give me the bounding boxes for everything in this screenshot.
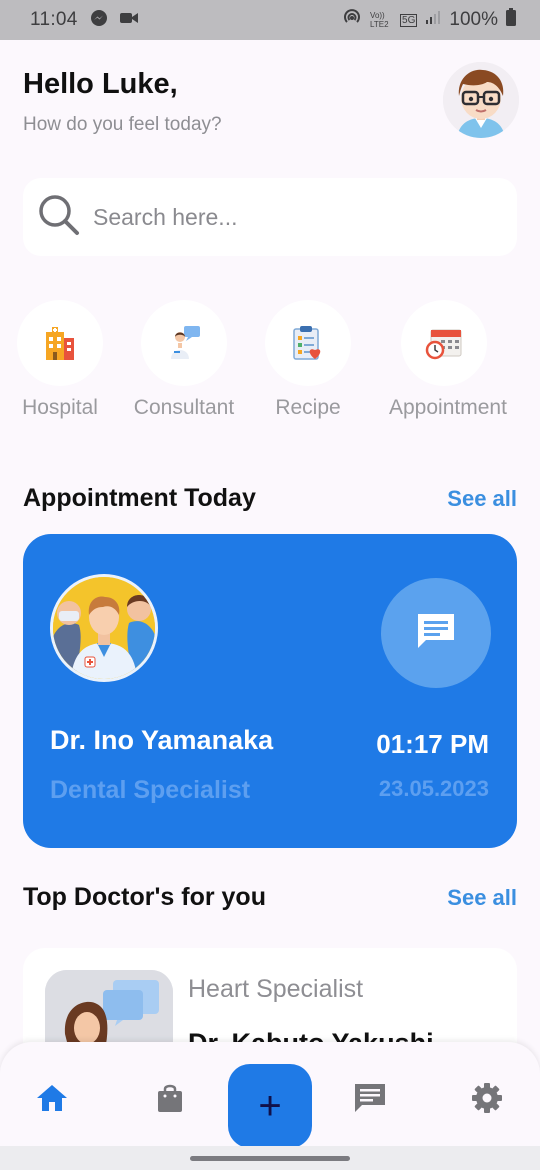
appointment-calendar-icon xyxy=(401,300,487,386)
greeting-subtitle: How do you feel today? xyxy=(23,114,222,135)
search-input[interactable]: Search here... xyxy=(93,204,237,231)
doctor-specialty: Heart Specialist xyxy=(188,975,364,1003)
add-button[interactable]: + xyxy=(228,1064,312,1148)
nav-settings[interactable] xyxy=(467,1080,507,1120)
category-recipe[interactable]: Recipe xyxy=(253,300,363,420)
chat-icon xyxy=(416,612,456,655)
appointment-doctor-name: Dr. Ino Yamanaka xyxy=(50,725,274,755)
consultant-doctor-icon xyxy=(141,300,227,386)
nav-shop[interactable] xyxy=(150,1080,190,1120)
messenger-icon xyxy=(90,9,108,32)
nav-messages[interactable] xyxy=(350,1080,390,1120)
category-label: Consultant xyxy=(133,396,235,419)
category-label: Hospital xyxy=(22,396,98,419)
home-icon xyxy=(36,1084,68,1117)
user-avatar[interactable] xyxy=(443,62,519,138)
chat-doctor-button[interactable] xyxy=(381,578,491,688)
hotspot-icon xyxy=(342,7,362,33)
message-icon xyxy=(354,1083,386,1118)
signal-icon xyxy=(425,9,441,31)
volte-badge: Vo)) LTE2 xyxy=(370,11,389,29)
category-hospital[interactable]: Hospital xyxy=(5,300,115,420)
battery-icon xyxy=(506,8,516,32)
recipe-clipboard-icon xyxy=(265,300,351,386)
greeting-title: Hello Luke, xyxy=(23,68,178,100)
doctor-avatar xyxy=(50,574,158,682)
appointment-doctor-specialty: Dental Specialist xyxy=(50,776,251,804)
category-label: Appointment xyxy=(389,396,507,419)
gesture-bar xyxy=(0,1146,540,1170)
bottom-navigation: + xyxy=(0,1042,540,1148)
video-camera-icon xyxy=(119,11,138,30)
see-all-doctors-link[interactable]: See all xyxy=(447,885,517,911)
appointment-card[interactable]: Dr. Ino Yamanaka Dental Specialist 01:17… xyxy=(23,534,517,848)
appointment-date: 23.05.2023 xyxy=(378,776,489,801)
section-title-top-doctors: Top Doctor's for you xyxy=(23,883,266,911)
search-icon xyxy=(37,193,81,242)
status-time: 11:04 xyxy=(30,9,78,30)
battery-percent: 100% xyxy=(449,9,498,30)
home-gesture-handle[interactable] xyxy=(190,1156,350,1161)
settings-icon xyxy=(471,1082,503,1119)
hospital-building-icon xyxy=(17,300,103,386)
nav-home[interactable] xyxy=(32,1080,72,1120)
category-label: Recipe xyxy=(275,396,341,419)
search-bar[interactable]: Search here... xyxy=(23,178,517,256)
category-appointment[interactable]: Appointment xyxy=(389,300,507,420)
status-bar: 11:04 Vo)) LTE2 5G 100% xyxy=(0,0,540,40)
category-consultant[interactable]: Consultant xyxy=(129,300,239,420)
shopping-bag-icon xyxy=(157,1083,183,1118)
see-all-appointments-link[interactable]: See all xyxy=(447,486,517,512)
add-icon: + xyxy=(258,1083,282,1128)
section-title-appointments: Appointment Today xyxy=(23,484,256,512)
appointment-time: 01:17 PM xyxy=(376,729,489,759)
network-type-badge: 5G xyxy=(400,13,418,27)
